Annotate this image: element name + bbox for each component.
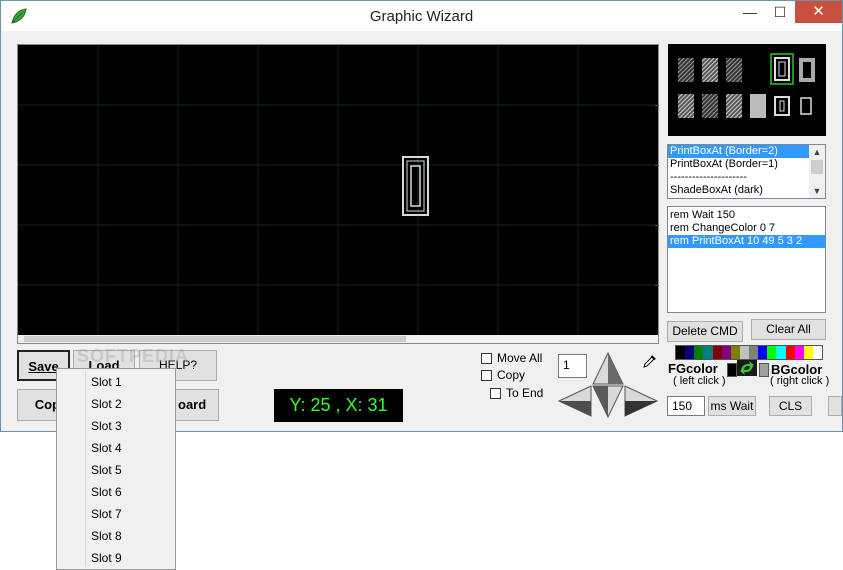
cursor-coordinates: Y: 25 , X: 31 [274, 389, 403, 422]
clipboard-button[interactable]: oard [175, 389, 219, 421]
arrow-left-icon[interactable] [558, 385, 592, 417]
box-style-swatches [678, 53, 815, 118]
slot-menu-item[interactable]: Slot 6 [91, 485, 122, 499]
wait-ms-field[interactable]: 150 [667, 396, 705, 416]
delete-cmd-button[interactable]: Delete CMD [667, 321, 743, 342]
script-line[interactable]: rem Wait 150 [668, 209, 825, 222]
commands-scrollbar[interactable]: ▲ ▼ [809, 145, 825, 198]
canvas-tick [655, 165, 659, 166]
slot-menu-item[interactable]: Slot 2 [91, 397, 122, 411]
move-all-checkbox[interactable]: Move All [481, 351, 542, 365]
color-swatch[interactable] [758, 346, 768, 359]
slot-menu-item[interactable]: Slot 5 [91, 463, 122, 477]
to-end-label: To End [506, 386, 544, 400]
color-swatch[interactable] [749, 346, 759, 359]
minimize-button[interactable]: — [735, 1, 765, 23]
copy-label: Copy [497, 368, 526, 382]
script-list[interactable]: rem Wait 150 rem ChangeColor 0 7 rem Pri… [667, 206, 826, 313]
slot-menu-item[interactable]: Slot 8 [91, 529, 122, 543]
command-item[interactable]: PrintBoxAt (Border=2) [668, 145, 825, 158]
color-swatch[interactable] [703, 346, 713, 359]
command-item[interactable]: --------------------- [668, 171, 825, 184]
color-swatch[interactable] [712, 346, 722, 359]
box-style-preview[interactable] [668, 44, 826, 136]
window-title: Graphic Wizard [369, 8, 474, 25]
maximize-button[interactable]: ☐ [765, 1, 795, 23]
color-swatch[interactable] [676, 346, 686, 359]
command-item[interactable]: ShadeBoxAt (dark) [668, 184, 825, 197]
script-line[interactable]: rem ChangeColor 0 7 [668, 222, 825, 235]
color-swatch[interactable] [721, 346, 731, 359]
title-bar[interactable]: Graphic Wizard — ☐ ✕ [1, 1, 842, 31]
slot-menu-item[interactable]: Slot 7 [91, 507, 122, 521]
ms-wait-button[interactable]: ms Wait [708, 396, 756, 416]
color-swatch[interactable] [794, 346, 804, 359]
arrow-up-icon[interactable] [592, 352, 624, 385]
color-swatch[interactable] [785, 346, 795, 359]
slot-menu: Slot 1 Slot 2 Slot 3 Slot 4 Slot 5 Slot … [56, 368, 176, 570]
color-swatch[interactable] [812, 346, 822, 359]
color-swatch[interactable] [694, 346, 704, 359]
color-swatch[interactable] [685, 346, 695, 359]
drawing-canvas[interactable] [17, 44, 659, 344]
close-button[interactable]: ✕ [795, 1, 842, 23]
fg-color-hint: ( left click ) [673, 375, 726, 387]
canvas-grid [18, 45, 658, 335]
drawn-box [402, 156, 429, 216]
command-item[interactable]: PrintBoxAt (Border=1) [668, 158, 825, 171]
eyedropper-icon[interactable] [642, 353, 658, 369]
partial-button[interactable] [828, 396, 842, 416]
cls-button[interactable]: CLS [769, 396, 812, 416]
arrow-right-icon[interactable] [624, 385, 658, 417]
slot-menu-item[interactable]: Slot 1 [91, 375, 122, 389]
script-line[interactable]: rem PrintBoxAt 10 49 5 3 2 [668, 235, 825, 248]
slot-menu-item[interactable]: Slot 9 [91, 551, 122, 565]
color-swatch[interactable] [776, 346, 786, 359]
bg-color-hint: ( right click ) [770, 375, 830, 387]
color-palette[interactable] [675, 345, 823, 360]
color-swatch[interactable] [730, 346, 740, 359]
copy-checkbox[interactable]: Copy [481, 368, 525, 382]
canvas-tick [655, 105, 659, 106]
color-swatch[interactable] [739, 346, 749, 359]
clear-all-button[interactable]: Clear All [751, 319, 826, 340]
move-all-label: Move All [497, 351, 543, 365]
fg-color-swatch [727, 363, 737, 377]
to-end-checkbox[interactable]: To End [490, 386, 543, 400]
canvas-horizontal-scrollbar[interactable] [18, 335, 658, 343]
canvas-tick [655, 285, 659, 286]
swap-colors-icon[interactable] [737, 360, 757, 376]
scroll-down-icon[interactable]: ▼ [809, 184, 825, 198]
color-swatch[interactable] [803, 346, 813, 359]
bg-color-swatch [759, 363, 769, 377]
scroll-up-icon[interactable]: ▲ [809, 145, 825, 159]
canvas-tick [655, 225, 659, 226]
color-swatch[interactable] [767, 346, 777, 359]
commands-list[interactable]: PrintBoxAt (Border=2) PrintBoxAt (Border… [667, 144, 826, 199]
slot-menu-item[interactable]: Slot 3 [91, 419, 122, 433]
fg-color-label: FGcolor [668, 361, 718, 376]
arrow-down-icon[interactable] [592, 385, 624, 418]
watermark-text: SOFTPEDIA [77, 346, 190, 366]
slot-menu-item[interactable]: Slot 4 [91, 441, 122, 455]
